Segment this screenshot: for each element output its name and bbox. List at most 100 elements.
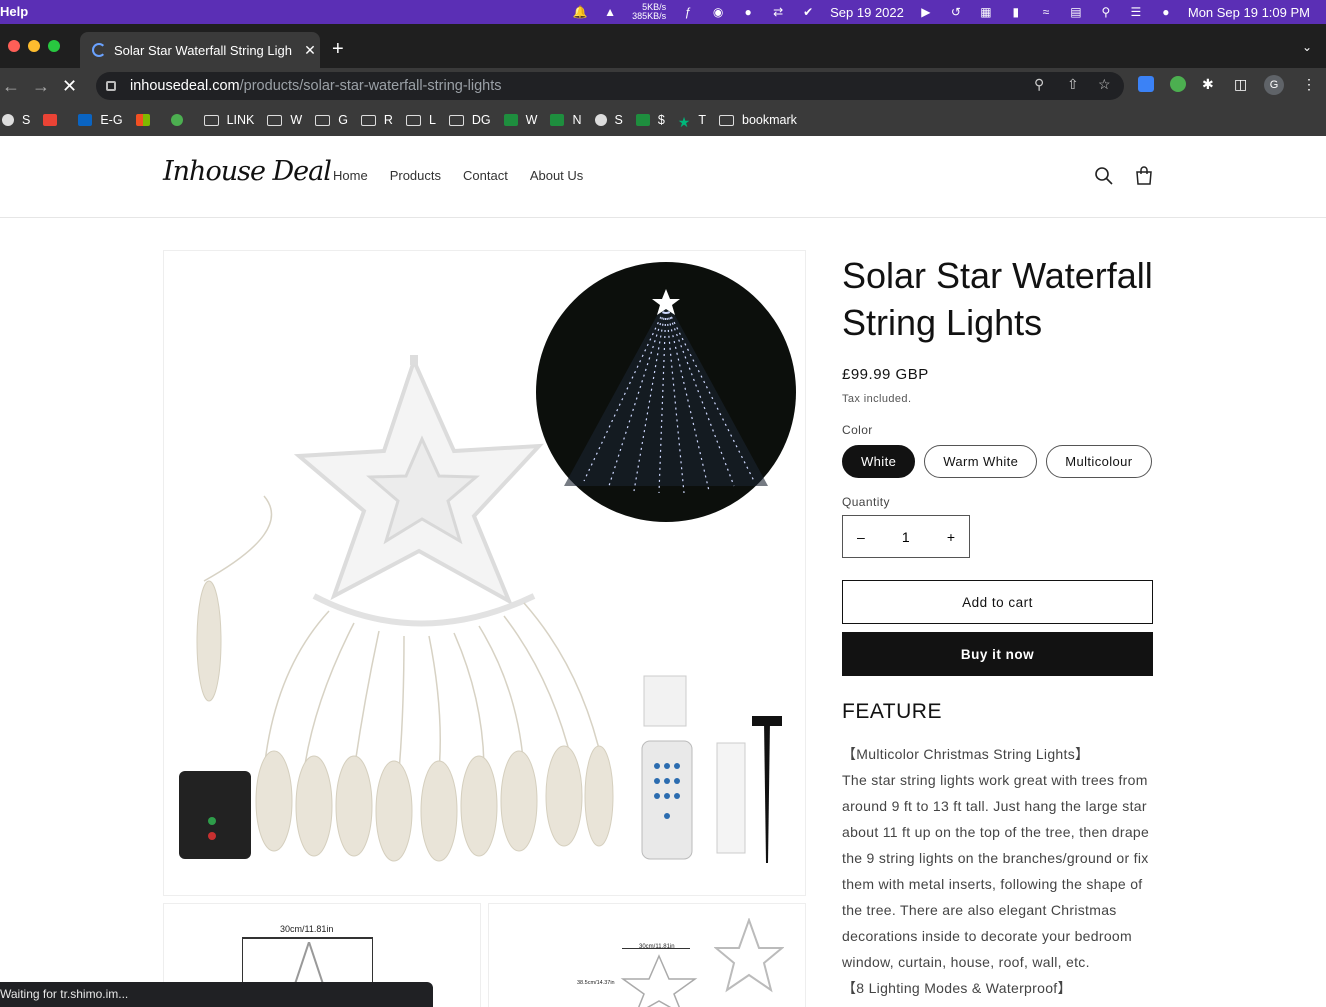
browser-status-bubble: Waiting for tr.shimo.im...: [0, 982, 433, 1007]
back-button[interactable]: ←: [2, 76, 20, 97]
microsoft-icon: [135, 114, 150, 126]
thumbnail-dimension-label: 30cm/11.81in: [280, 924, 334, 934]
bookmarks-bar: S E-G LINK W G R L DG W N S $ ★ T bookmar…: [0, 104, 1326, 136]
cart-icon[interactable]: [1134, 166, 1154, 186]
search-icon[interactable]: [1094, 166, 1114, 186]
feature-1-title: 【Multicolor Christmas String Lights】: [842, 746, 1090, 762]
bookmark-folder[interactable]: DG: [448, 113, 491, 127]
memory-icon[interactable]: ▤: [1068, 5, 1084, 19]
chrome-menu-icon[interactable]: ⋮: [1302, 76, 1316, 93]
minus-icon[interactable]: –: [857, 529, 865, 545]
wechat-icon[interactable]: ●: [740, 5, 756, 19]
spotlight-icon[interactable]: ⚲: [1098, 5, 1114, 19]
time-machine-icon[interactable]: ↺: [948, 5, 964, 19]
help-menu[interactable]: Help: [0, 4, 28, 19]
macos-menubar: Help 🔔 ▲ 5KB/s 385KB/s ƒ ◉ ● ⇄ ✔ Sep 19 2…: [0, 0, 1326, 24]
cross-icon: [503, 114, 518, 126]
teamviewer-icon[interactable]: ⇄: [770, 5, 786, 19]
buy-it-now-button[interactable]: Buy it now: [842, 632, 1153, 676]
star-outline-icon: [620, 954, 698, 1007]
cat-icon[interactable]: ▲: [602, 5, 618, 19]
bookmark-item[interactable]: [43, 114, 65, 126]
bookmark-item[interactable]: [170, 114, 191, 126]
profile-avatar[interactable]: G: [1264, 75, 1284, 95]
notification-bell-icon[interactable]: 🔔: [572, 5, 588, 19]
feature-2-title: 【8 Lighting Modes & Waterproof】: [842, 980, 1072, 996]
nav-products[interactable]: Products: [390, 168, 441, 183]
checkmark-icon[interactable]: ✔: [800, 5, 816, 19]
folder-icon: [315, 114, 331, 126]
zoom-icon[interactable]: ⚲: [1034, 76, 1044, 93]
nav-about-us[interactable]: About Us: [530, 168, 583, 183]
dimension-line: [242, 937, 372, 939]
thumbnail-dimension-label: 38.5cm/14.37in: [577, 980, 615, 986]
stop-loading-button[interactable]: ✕: [62, 76, 77, 97]
wifi-icon[interactable]: ≈: [1038, 5, 1054, 19]
play-icon[interactable]: ▶: [918, 5, 934, 19]
cross-icon: [550, 114, 565, 126]
product-thumbnail-2[interactable]: 30cm/11.81in 38.5cm/14.37in: [488, 903, 806, 1007]
siri-icon[interactable]: ●: [1158, 5, 1174, 19]
script-icon[interactable]: ƒ: [680, 5, 696, 19]
extensions-puzzle-icon[interactable]: ✱: [1202, 76, 1214, 93]
color-option-warm-white[interactable]: Warm White: [924, 445, 1038, 478]
bookmark-item[interactable]: E-G: [78, 113, 123, 127]
color-option-multicolour[interactable]: Multicolour: [1046, 445, 1152, 478]
network-speed: 5KB/s 385KB/s: [632, 2, 667, 21]
menubar-clock[interactable]: Mon Sep 19 1:09 PM: [1188, 5, 1310, 20]
store-logo[interactable]: Inhouse Deal: [163, 156, 332, 187]
product-title: Solar Star Waterfall String Lights: [842, 255, 1153, 343]
bookmark-folder[interactable]: W: [267, 113, 302, 127]
active-tab[interactable]: Solar Star Waterfall String Ligh ✕: [80, 32, 320, 68]
bookmark-star-icon[interactable]: ☆: [1098, 76, 1111, 93]
lock-icon[interactable]: [106, 81, 116, 91]
thumbnail-dimension-label: 30cm/11.81in: [639, 944, 675, 950]
folder-icon: [360, 114, 376, 126]
globe-icon: [594, 114, 607, 126]
browser-tabstrip: Solar Star Waterfall String Ligh ✕ + ⌄: [0, 24, 1326, 68]
feature-1-text: The star string lights work great with t…: [842, 772, 1150, 970]
menubar-date[interactable]: Sep 19 2022: [830, 5, 904, 20]
bookmark-item[interactable]: S: [594, 113, 623, 127]
star-outline-icon: [714, 918, 784, 993]
new-tab-button[interactable]: +: [332, 38, 344, 61]
input-method-icon[interactable]: ▦: [978, 5, 994, 19]
line-icon[interactable]: ◉: [710, 5, 726, 19]
bookmark-item[interactable]: W: [503, 113, 537, 127]
bookmark-folder[interactable]: bookmark: [719, 113, 797, 127]
tab-search-chevron-icon[interactable]: ⌄: [1302, 40, 1312, 54]
side-panel-icon[interactable]: ◫: [1234, 76, 1247, 93]
product-main-image[interactable]: [163, 250, 806, 896]
color-option-white[interactable]: White: [842, 445, 916, 478]
bookmark-folder[interactable]: LINK: [203, 113, 254, 127]
address-bar[interactable]: inhousedeal.com/products/solar-star-wate…: [96, 72, 1124, 100]
download-extension-icon[interactable]: [1138, 76, 1154, 92]
green-extension-icon[interactable]: [1170, 76, 1186, 92]
bookmark-folder[interactable]: G: [315, 113, 348, 127]
minimize-window-button[interactable]: [28, 40, 40, 52]
close-tab-icon[interactable]: ✕: [300, 42, 320, 59]
control-center-icon[interactable]: ☰: [1128, 5, 1144, 19]
bookmark-item[interactable]: N: [550, 113, 582, 127]
bookmark-item[interactable]: [135, 114, 158, 126]
share-icon[interactable]: ⇧: [1067, 76, 1079, 93]
plus-icon[interactable]: +: [947, 529, 955, 545]
bookmark-item[interactable]: S: [2, 113, 30, 127]
forward-button[interactable]: →: [32, 76, 50, 97]
folder-icon: [267, 114, 283, 126]
folder-icon: [719, 114, 734, 126]
cross-icon: [635, 114, 650, 126]
g-icon: [170, 114, 183, 126]
battery-icon[interactable]: ▮: [1008, 5, 1024, 19]
bookmark-folder[interactable]: L: [405, 113, 436, 127]
bookmark-item[interactable]: $: [635, 113, 665, 127]
add-to-cart-button[interactable]: Add to cart: [842, 580, 1153, 624]
bookmark-folder[interactable]: R: [360, 113, 393, 127]
bookmark-item[interactable]: ★ T: [678, 113, 706, 130]
zoom-window-button[interactable]: [48, 40, 60, 52]
quantity-input[interactable]: 1: [902, 529, 910, 545]
nav-home[interactable]: Home: [333, 168, 368, 183]
product-price: £99.99 GBP: [842, 366, 929, 383]
close-window-button[interactable]: [8, 40, 20, 52]
nav-contact[interactable]: Contact: [463, 168, 508, 183]
